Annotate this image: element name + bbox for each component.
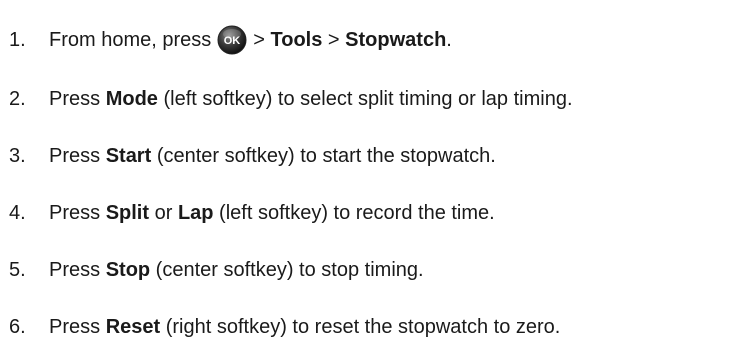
step-number: 6.	[9, 315, 26, 338]
step-text: Press Reset (right softkey) to reset the…	[49, 316, 560, 339]
step-text-part: (left softkey) to select split timing or…	[157, 87, 573, 110]
softkey-term-stop: Stop	[105, 258, 151, 281]
step-text-part: >	[322, 28, 346, 51]
step-text-part: From home, press	[49, 28, 212, 51]
step-text-part: Press	[49, 315, 106, 338]
softkey-term-start: Start	[105, 144, 152, 167]
step-text-part: (center softkey) to start the stopwatch.	[151, 144, 496, 167]
step-number: 1.	[9, 28, 26, 51]
step-text-part: or	[149, 201, 178, 224]
step-number: 4.	[9, 201, 26, 224]
menu-term-tools: Tools	[270, 28, 323, 51]
step-number: 2.	[9, 87, 26, 110]
softkey-term-reset: Reset	[105, 315, 161, 338]
step-text-part: Press	[49, 87, 106, 110]
step-text-part: (center softkey) to stop timing.	[150, 258, 424, 281]
step-text-part: (right softkey) to reset the stopwatch t…	[160, 315, 561, 338]
step-text: Press Mode (left softkey) to select spli…	[49, 88, 573, 111]
step-text-part: (left softkey) to record the time.	[213, 201, 495, 224]
step-6: 6. Press Reset (right softkey) to reset …	[0, 307, 560, 347]
step-number: 3.	[9, 144, 26, 167]
step-text-part: Press	[49, 258, 106, 281]
step-1: 1. From home, press OK > Tools > Stopwat…	[0, 20, 452, 60]
menu-term-stopwatch: Stopwatch	[345, 28, 447, 51]
step-text-part: >	[253, 28, 271, 51]
step-text: From home, press OK > Tools > Stopwatch …	[49, 25, 452, 55]
ok-button-icon: OK	[217, 25, 247, 55]
step-5: 5. Press Stop (center softkey) to stop t…	[0, 250, 424, 290]
step-text-part: Press	[49, 144, 106, 167]
softkey-term-split: Split	[105, 201, 150, 224]
step-2: 2. Press Mode (left softkey) to select s…	[0, 79, 573, 119]
step-text: Press Stop (center softkey) to stop timi…	[49, 259, 424, 282]
step-text: Press Start (center softkey) to start th…	[49, 145, 496, 168]
step-text: Press Split or Lap (left softkey) to rec…	[49, 202, 495, 225]
step-text-part: Press	[49, 201, 106, 224]
step-4: 4. Press Split or Lap (left softkey) to …	[0, 193, 495, 233]
ok-icon-label: OK	[224, 35, 241, 47]
softkey-term-mode: Mode	[105, 87, 158, 110]
step-3: 3. Press Start (center softkey) to start…	[0, 136, 496, 176]
softkey-term-lap: Lap	[177, 201, 214, 224]
step-text-part: .	[446, 28, 452, 51]
step-number: 5.	[9, 258, 26, 281]
